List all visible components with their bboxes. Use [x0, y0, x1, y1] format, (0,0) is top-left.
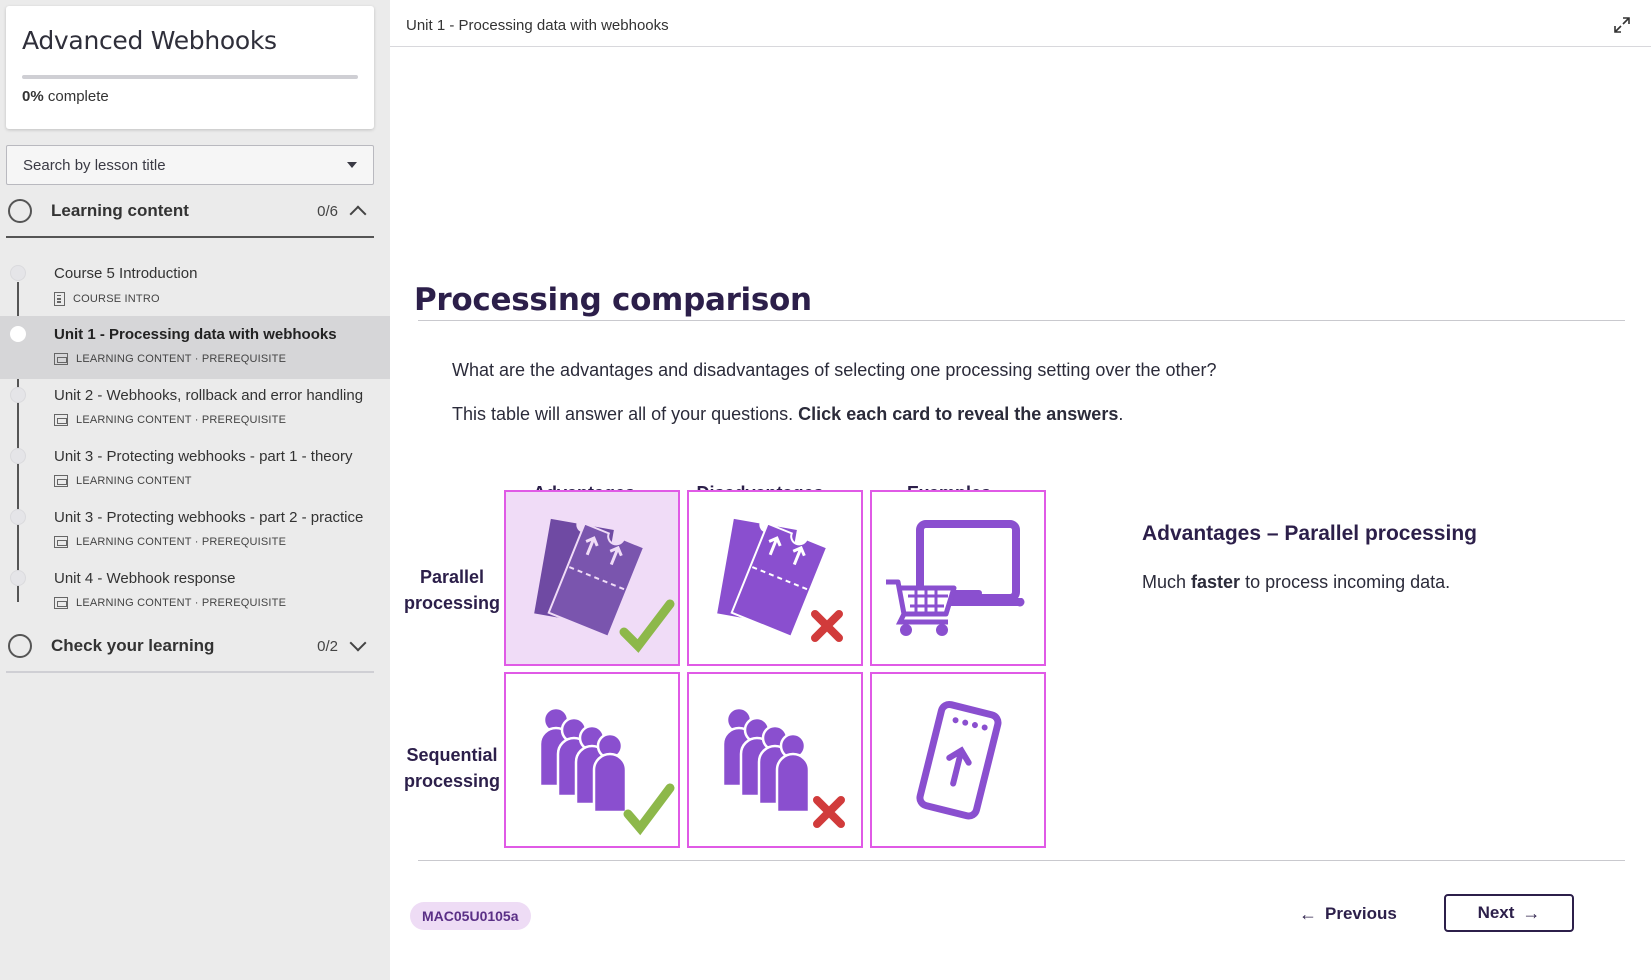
lesson-item[interactable]: Course 5 Introduction COURSE INTRO [0, 255, 390, 318]
phone-upload-icon [916, 700, 1002, 820]
lesson-topbar: Unit 1 - Processing data with webhooks [390, 4, 1651, 47]
row-header-line: Parallel [419, 567, 485, 587]
slides-icon [54, 536, 68, 548]
expand-icon[interactable] [1613, 16, 1631, 34]
lesson-meta-text: LEARNING CONTENT · PREREQUISITE [76, 353, 287, 365]
lesson-item[interactable]: Unit 3 - Protecting webhooks - part 2 - … [0, 499, 390, 562]
lesson-item[interactable]: Unit 3 - Protecting webhooks - part 1 - … [0, 438, 390, 501]
tickets-check-icon [534, 518, 675, 653]
card-sequential-examples[interactable] [870, 672, 1046, 848]
lesson-meta-text: LEARNING CONTENT · PREREQUISITE [76, 536, 287, 548]
reveal-title: Advantages – Parallel processing [1142, 522, 1477, 545]
arrow-left-icon: ← [1299, 903, 1317, 924]
lesson-meta-text: LEARNING CONTENT · PREREQUISITE [76, 414, 287, 426]
slides-icon [54, 414, 68, 426]
instruction-end: . [1118, 404, 1124, 424]
lesson-status-dot [10, 570, 26, 586]
slides-icon [54, 475, 68, 487]
course-progress-text: 0% complete [22, 88, 358, 105]
lesson-item-active[interactable]: Unit 1 - Processing data with webhooks L… [0, 316, 390, 379]
row-header-line: Sequential [406, 745, 498, 765]
lesson-search-placeholder: Search by lesson title [23, 156, 166, 174]
reveal-body: Much faster to process incoming data. [1142, 572, 1450, 593]
section-count: 0/6 [317, 202, 338, 220]
lesson-status-dot [10, 448, 26, 464]
slides-icon [54, 353, 68, 365]
row-header-line: processing [403, 593, 501, 613]
queue-check-icon [538, 706, 675, 836]
lesson-meta-text: COURSE INTRO [73, 293, 160, 305]
reveal-body-bold: faster [1191, 572, 1241, 592]
footer-divider [418, 860, 1625, 861]
tickets-cross-icon [717, 518, 843, 642]
section-count: 0/2 [317, 637, 338, 655]
course-sidebar: Advanced Webhooks 0% complete Search by … [0, 0, 390, 980]
course-summary-card: Advanced Webhooks 0% complete [6, 6, 374, 129]
lesson-status-dot [10, 265, 26, 281]
topbar-title: Unit 1 - Processing data with webhooks [406, 17, 669, 34]
card-parallel-disadvantages[interactable] [687, 490, 863, 666]
reveal-body-pre: Much [1142, 572, 1192, 592]
instruction-text: This table will answer all of your quest… [452, 404, 1123, 425]
queue-cross-icon [721, 706, 845, 828]
section-learning-content[interactable]: Learning content 0/6 [6, 186, 374, 238]
previous-label: Previous [1325, 904, 1397, 923]
lesson-item[interactable]: Unit 4 - Webhook response LEARNING CONTE… [0, 560, 390, 623]
lesson-title: Course 5 Introduction [54, 265, 198, 282]
row-header-line: processing [403, 771, 501, 791]
lesson-meta-text: LEARNING CONTENT · PREREQUISITE [76, 597, 287, 609]
lesson-code-badge: MAC05U0105a [410, 902, 531, 930]
reveal-body-post: to process incoming data. [1240, 572, 1451, 592]
lesson-title: Unit 2 - Webhooks, rollback and error ha… [54, 387, 364, 404]
slides-icon [54, 597, 68, 609]
next-label: Next [1477, 903, 1515, 922]
row-header-sequential: Sequential processing [396, 742, 508, 794]
lesson-title: Unit 4 - Webhook response [54, 570, 236, 587]
lesson-meta: LEARNING CONTENT · PREREQUISITE [54, 536, 286, 548]
row-header-parallel: Parallel processing [396, 564, 508, 616]
lesson-meta-text: LEARNING CONTENT [76, 475, 192, 487]
progress-value: 0% [22, 88, 44, 105]
card-parallel-examples[interactable] [870, 490, 1046, 666]
question-text: What are the advantages and disadvantage… [452, 360, 1217, 380]
previous-button[interactable]: ← Previous [1287, 894, 1409, 934]
lesson-item[interactable]: Unit 2 - Webhooks, rollback and error ha… [0, 377, 390, 440]
course-title: Advanced Webhooks [22, 26, 277, 55]
course-progress-bar [22, 75, 358, 79]
lesson-title: Unit 3 - Protecting webhooks - part 1 - … [54, 448, 353, 465]
lesson-meta: LEARNING CONTENT · PREREQUISITE [54, 353, 286, 365]
cart-laptop-icon [886, 520, 1025, 636]
caret-down-icon [347, 162, 357, 168]
instruction-plain: This table will answer all of your quest… [452, 404, 799, 424]
chevron-down-icon [349, 634, 367, 652]
next-button[interactable]: Next → [1444, 894, 1574, 932]
section-check-your-learning[interactable]: Check your learning 0/2 [6, 621, 374, 673]
progress-suffix: complete [47, 88, 109, 105]
instruction-bold: Click each card to reveal the answers [798, 404, 1119, 424]
lesson-meta: LEARNING CONTENT · PREREQUISITE [54, 597, 286, 609]
document-icon [54, 292, 65, 306]
card-parallel-advantages[interactable] [504, 490, 680, 666]
lesson-meta: COURSE INTRO [54, 292, 160, 306]
card-sequential-advantages[interactable] [504, 672, 680, 848]
lesson-title: Unit 3 - Protecting webhooks - part 2 - … [54, 509, 364, 526]
lesson-status-dot [10, 326, 26, 342]
chevron-up-icon [349, 205, 367, 223]
lesson-title: Unit 1 - Processing data with webhooks [54, 326, 337, 343]
page-title: Processing comparison [414, 282, 812, 318]
lesson-search-select[interactable]: Search by lesson title [6, 145, 374, 185]
section-status-circle-icon [8, 634, 32, 658]
lesson-content-area: Unit 1 - Processing data with webhooks P… [390, 4, 1651, 980]
lesson-status-dot [10, 509, 26, 525]
arrow-right-icon: → [1522, 902, 1541, 923]
card-sequential-disadvantages[interactable] [687, 672, 863, 848]
divider [418, 320, 1625, 321]
section-label: Learning content [51, 201, 189, 220]
lesson-status-dot [10, 387, 26, 403]
lesson-meta: LEARNING CONTENT [54, 475, 192, 487]
section-label: Check your learning [51, 636, 215, 655]
section-status-circle-icon [8, 199, 32, 223]
lesson-meta: LEARNING CONTENT · PREREQUISITE [54, 414, 286, 426]
